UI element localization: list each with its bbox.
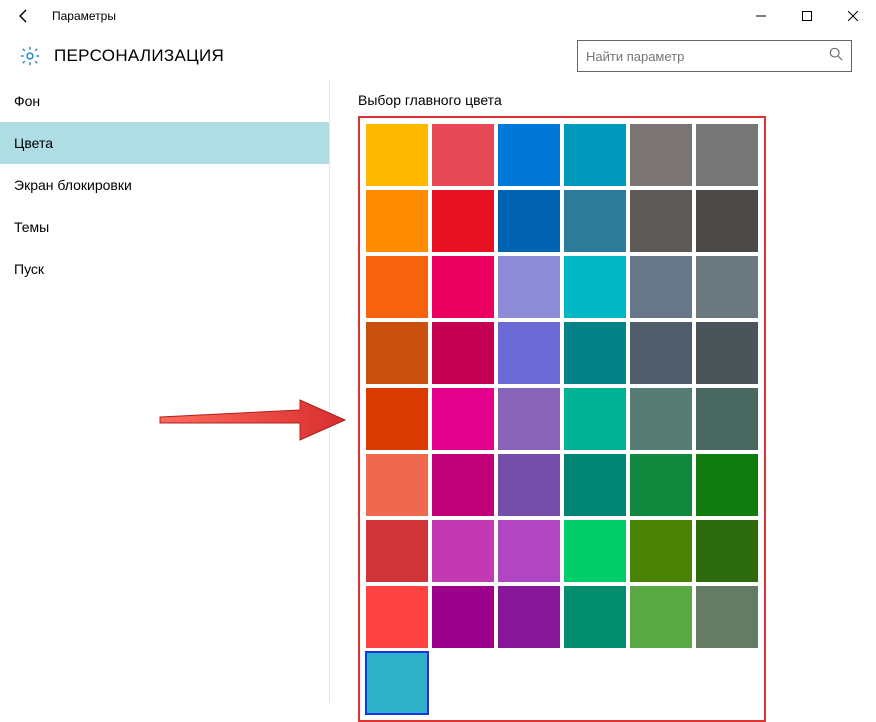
color-swatch[interactable] — [498, 322, 560, 384]
sidebar: ФонЦветаЭкран блокировкиТемыПуск — [0, 80, 330, 702]
color-swatch[interactable] — [432, 520, 494, 582]
header: ПЕРСОНАЛИЗАЦИЯ — [0, 32, 876, 80]
search-icon — [829, 47, 843, 66]
search-box[interactable] — [577, 40, 852, 72]
color-swatch[interactable] — [366, 256, 428, 318]
color-swatch[interactable] — [432, 190, 494, 252]
section-title: Выбор главного цвета — [358, 92, 848, 108]
close-button[interactable] — [830, 0, 876, 32]
sidebar-item[interactable]: Фон — [0, 80, 329, 122]
color-swatch[interactable] — [696, 388, 758, 450]
back-icon — [16, 8, 32, 24]
color-swatch[interactable] — [366, 520, 428, 582]
color-swatch[interactable] — [498, 388, 560, 450]
sidebar-item[interactable]: Цвета — [0, 122, 329, 164]
maximize-button[interactable] — [784, 0, 830, 32]
color-swatch[interactable] — [366, 586, 428, 648]
color-swatch[interactable] — [432, 124, 494, 186]
window-title: Параметры — [48, 9, 116, 23]
color-swatch[interactable] — [498, 124, 560, 186]
color-swatch[interactable] — [564, 520, 626, 582]
color-swatch[interactable] — [696, 190, 758, 252]
color-swatch[interactable] — [630, 190, 692, 252]
color-swatch[interactable] — [366, 190, 428, 252]
color-swatch[interactable] — [498, 520, 560, 582]
color-swatch[interactable] — [696, 586, 758, 648]
color-swatch[interactable] — [432, 322, 494, 384]
color-swatch[interactable] — [696, 322, 758, 384]
color-palette-box — [358, 116, 766, 722]
color-swatch[interactable] — [630, 454, 692, 516]
color-swatch[interactable] — [564, 124, 626, 186]
color-swatch[interactable] — [564, 322, 626, 384]
color-swatch[interactable] — [432, 454, 494, 516]
sidebar-item[interactable]: Пуск — [0, 248, 329, 290]
color-swatch[interactable] — [630, 124, 692, 186]
color-swatch[interactable] — [498, 454, 560, 516]
color-swatch[interactable] — [366, 454, 428, 516]
color-swatch[interactable] — [696, 520, 758, 582]
color-swatch[interactable] — [630, 388, 692, 450]
page-title: ПЕРСОНАЛИЗАЦИЯ — [54, 46, 577, 66]
titlebar: Параметры — [0, 0, 876, 32]
minimize-button[interactable] — [738, 0, 784, 32]
color-swatch[interactable] — [696, 256, 758, 318]
sidebar-item[interactable]: Экран блокировки — [0, 164, 329, 206]
minimize-icon — [756, 11, 766, 21]
color-swatch[interactable] — [366, 652, 428, 714]
color-swatch[interactable] — [498, 256, 560, 318]
color-swatch[interactable] — [564, 256, 626, 318]
maximize-icon — [802, 11, 812, 21]
color-swatch[interactable] — [366, 388, 428, 450]
close-icon — [848, 11, 858, 21]
color-swatch[interactable] — [498, 586, 560, 648]
color-swatch[interactable] — [564, 190, 626, 252]
color-swatch[interactable] — [630, 586, 692, 648]
main-pane: Выбор главного цвета — [330, 80, 876, 702]
color-swatch[interactable] — [696, 124, 758, 186]
gear-icon — [16, 42, 44, 70]
color-swatch[interactable] — [366, 124, 428, 186]
color-swatch[interactable] — [432, 388, 494, 450]
color-swatch[interactable] — [630, 520, 692, 582]
color-swatch[interactable] — [564, 388, 626, 450]
color-swatch[interactable] — [630, 322, 692, 384]
color-swatch[interactable] — [432, 256, 494, 318]
color-swatch[interactable] — [366, 322, 428, 384]
color-swatch[interactable] — [564, 454, 626, 516]
color-swatch[interactable] — [432, 586, 494, 648]
color-palette — [366, 124, 758, 714]
color-swatch[interactable] — [630, 256, 692, 318]
back-button[interactable] — [0, 0, 48, 32]
search-input[interactable] — [586, 49, 829, 64]
color-swatch[interactable] — [564, 586, 626, 648]
sidebar-item[interactable]: Темы — [0, 206, 329, 248]
color-swatch[interactable] — [696, 454, 758, 516]
color-swatch[interactable] — [498, 190, 560, 252]
